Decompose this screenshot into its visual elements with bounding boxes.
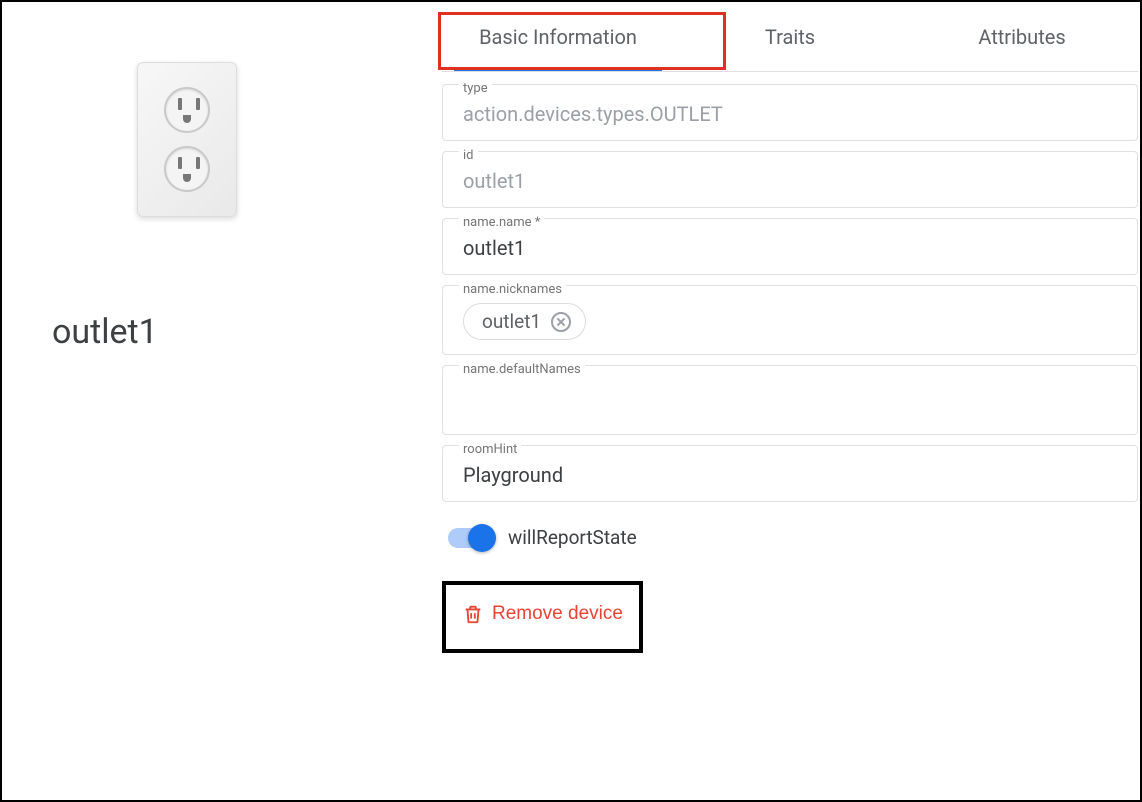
roomhint-input[interactable]: Playground [463,463,1117,487]
device-summary-panel: outlet1 [2,2,442,800]
outlet-plug-icon [164,87,210,133]
field-label: roomHint [459,442,521,457]
field-label: type [459,81,492,96]
outlet-plug-icon [164,146,210,192]
tabs: Basic Information Traits Attributes [442,2,1138,72]
tab-label: Traits [765,25,815,49]
toggle-knob-icon [468,524,496,552]
chip-label: outlet1 [482,310,541,333]
field-type: type action.devices.types.OUTLET [442,84,1138,141]
remove-chip-icon[interactable] [551,312,571,332]
name-input[interactable]: outlet1 [463,236,1117,260]
field-name-nicknames[interactable]: name.nicknames outlet1 [442,285,1138,355]
field-value: action.devices.types.OUTLET [463,102,1117,126]
device-title: outlet1 [52,312,158,352]
tab-attributes[interactable]: Attributes [906,2,1138,71]
device-outlet-image [137,62,237,217]
willreportstate-toggle[interactable] [448,528,494,548]
field-label: name.name * [459,215,544,230]
field-value: outlet1 [463,169,1117,193]
willreportstate-row: willReportState [442,512,1138,559]
tab-basic-information[interactable]: Basic Information [442,2,674,71]
tab-label: Attributes [978,25,1065,49]
toggle-label: willReportState [508,526,637,549]
field-id: id outlet1 [442,151,1138,208]
nickname-chip[interactable]: outlet1 [463,303,586,340]
device-form-panel: Basic Information Traits Attributes type… [442,2,1140,800]
remove-device-label: Remove device [492,603,623,625]
basic-info-form: type action.devices.types.OUTLET id outl… [442,72,1138,653]
field-label: name.nicknames [459,282,566,297]
field-name-defaultnames[interactable]: name.defaultNames [442,365,1138,435]
field-name-name[interactable]: name.name * outlet1 [442,218,1138,275]
tab-label: Basic Information [479,25,637,49]
remove-device-highlight: Remove device [442,581,643,653]
remove-device-button[interactable]: Remove device [462,603,623,625]
trash-icon [462,603,482,625]
field-label: id [459,148,478,163]
field-label: name.defaultNames [459,362,585,377]
field-roomhint[interactable]: roomHint Playground [442,445,1138,502]
tab-traits[interactable]: Traits [674,2,906,71]
